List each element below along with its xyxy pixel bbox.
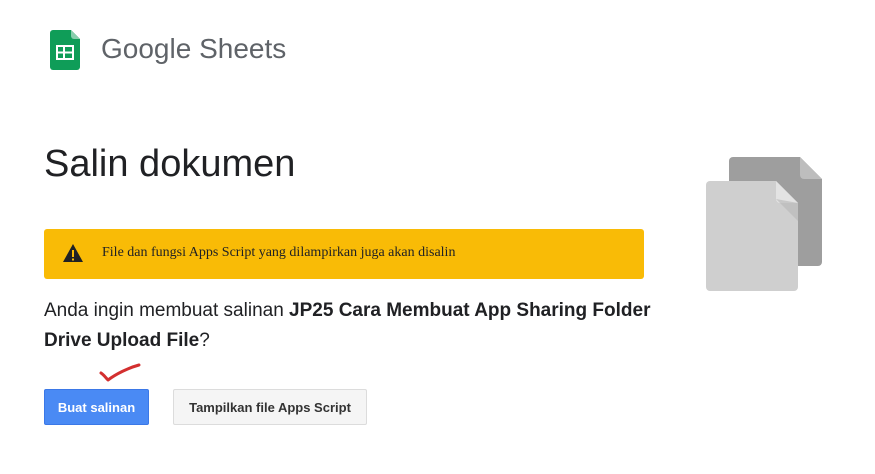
product-name: Google Sheets <box>101 33 287 64</box>
page-title: Salin dokumen <box>44 143 296 185</box>
make-copy-button[interactable]: Buat salinan <box>44 389 149 425</box>
copy-question: Anda ingin membuat salinan JP25 Cara Mem… <box>44 296 664 356</box>
question-prefix: Anda ingin membuat salinan <box>44 300 290 321</box>
warning-text: File dan fungsi Apps Script yang dilampi… <box>102 245 456 260</box>
handwritten-check-mark <box>99 363 141 382</box>
google-sheets-icon <box>50 30 80 70</box>
copy-document-page: Google Sheets Salin dokumen File dan fun… <box>0 0 875 474</box>
warning-icon <box>63 244 83 262</box>
show-apps-script-files-button[interactable]: Tampilkan file Apps Script <box>173 389 367 425</box>
question-suffix: ? <box>199 330 210 351</box>
copy-documents-icon <box>706 157 822 291</box>
warning-banner: File dan fungsi Apps Script yang dilampi… <box>44 229 644 279</box>
